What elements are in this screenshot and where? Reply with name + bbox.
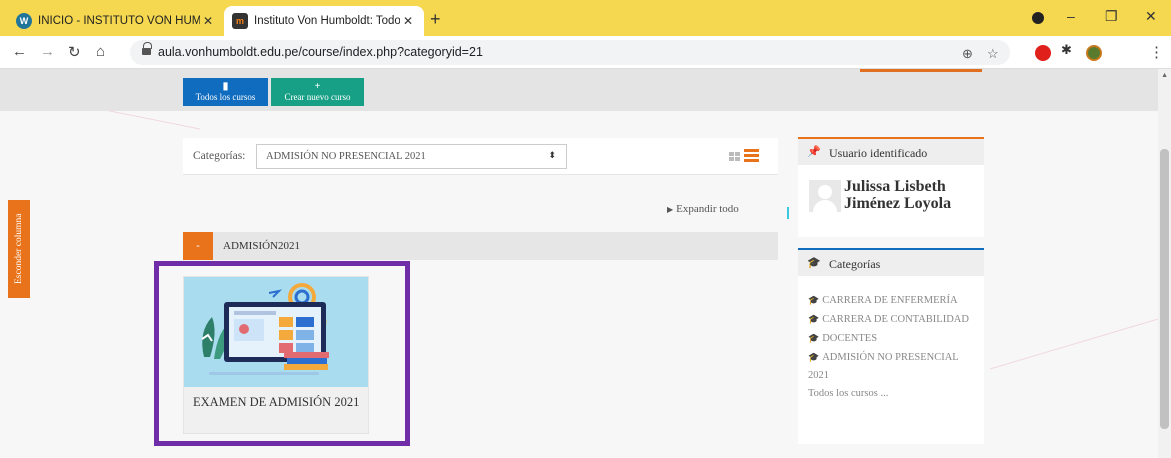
reload-icon[interactable]: ↻ [68,43,81,61]
new-course-button[interactable]: + Crear nuevo curso [271,78,364,106]
forward-icon[interactable]: → [40,43,55,60]
user-avatar[interactable] [809,180,841,212]
section-toggle-button[interactable]: - [183,232,213,260]
grid-view-icon[interactable] [729,152,741,162]
categories-block: 🎓 Categorías 🎓 CARRERA DE ENFERMERÍA 🎓 CAR… [798,248,984,444]
graduation-cap-icon: 🎓 [808,333,820,343]
category-link-admision[interactable]: 🎓 ADMISIÓN NO PRESENCIAL 2021 [808,348,978,385]
opera-extension-icon[interactable] [1035,45,1051,61]
tab-title: Instituto Von Humboldt: Todos lo [254,15,400,27]
block-header: 🎓 Categorías [798,248,984,276]
tab-inicio[interactable]: W INICIO - INSTITUTO VON HUMBO ✕ [8,6,224,36]
expand-all-link[interactable]: ▶ Expandir todo [667,203,739,215]
minimize-button[interactable]: – [1067,8,1075,24]
new-course-label: Crear nuevo curso [284,92,351,102]
restore-button[interactable]: ❐ [1105,8,1118,25]
all-courses-link[interactable]: Todos los cursos ... [808,385,978,403]
close-tab-icon[interactable]: ✕ [200,14,216,28]
category-selected-value: ADMISIÓN NO PRESENCIAL 2021 [266,151,426,162]
category-select[interactable]: ADMISIÓN NO PRESENCIAL 2021 ⬍ [256,144,567,169]
category-link-contabilidad[interactable]: 🎓 CARRERA DE CONTABILIDAD [808,310,978,329]
hide-column-tab[interactable]: Esconder columna [8,200,30,298]
graduation-cap-icon: 🎓 [808,352,820,362]
expand-all-label: Expandir todo [676,203,739,215]
page-header-strip [0,69,1158,111]
cursor-mark [786,207,789,219]
category-link-label: DOCENTES [822,333,878,344]
logged-user-block: 📌 Usuario identificado Julissa Lisbeth J… [798,137,984,237]
browser-tab-bar: W INICIO - INSTITUTO VON HUMBO ✕ m Insti… [0,0,1171,36]
zoom-icon[interactable]: ⊕ [962,46,973,62]
user-name-link[interactable]: Julissa Lisbeth Jiménez Loyola [844,178,982,212]
lock-icon [142,42,152,56]
category-link-label: ADMISIÓN NO PRESENCIAL 2021 [808,352,959,381]
triangle-right-icon: ▶ [667,205,674,214]
profile-avatar-icon[interactable] [1086,45,1102,61]
moodle-icon: m [232,13,248,29]
book-icon: ▮ [222,81,229,92]
profile-icon[interactable] [1032,12,1044,24]
close-tab-icon[interactable]: ✕ [400,14,416,28]
course-name-link[interactable]: EXAMEN DE ADMISIÓN 2021 [193,395,363,410]
category-link-label: CARRERA DE ENFERMERÍA [822,295,958,306]
block-title: Categorías [829,257,881,271]
section-header: - ADMISIÓN2021 [183,232,778,260]
scrollbar-thumb[interactable] [1160,149,1169,429]
graduation-cap-icon: 🎓 [808,295,820,305]
pin-icon: 📌 [807,146,821,158]
graduation-cap-icon: 🎓 [808,314,820,324]
page-scrollbar[interactable]: ▲ [1158,69,1171,458]
extensions-puzzle-icon[interactable]: ✱ [1061,42,1077,58]
plus-icon: + [314,81,321,92]
section-title: ADMISIÓN2021 [223,240,300,252]
list-view-icon[interactable] [744,149,759,162]
new-tab-button[interactable]: + [430,9,441,30]
header-accent [860,69,982,72]
wordpress-icon: W [16,13,32,29]
address-bar-row: ← → ↻ ⌂ aula.vonhumboldt.edu.pe/course/i… [0,36,1171,69]
category-list: 🎓 CARRERA DE ENFERMERÍA 🎓 CARRERA DE CONTA… [808,291,978,403]
url-input[interactable]: aula.vonhumboldt.edu.pe/course/index.php… [130,40,1010,65]
graduation-cap-icon: 🎓 [807,257,821,269]
tab-instituto[interactable]: m Instituto Von Humboldt: Todos lo ✕ [224,6,424,36]
category-label: Categorías: [193,150,246,162]
menu-kebab-icon[interactable]: ⋮ [1149,43,1164,61]
category-link-label: CARRERA DE CONTABILIDAD [822,314,969,325]
all-courses-button[interactable]: ▮ Todos los cursos [183,78,268,106]
close-window-button[interactable]: ✕ [1145,8,1157,25]
block-title: Usuario identificado [829,146,928,160]
course-image[interactable] [184,277,368,387]
scroll-up-arrow-icon[interactable]: ▲ [1161,72,1168,79]
course-card[interactable]: EXAMEN DE ADMISIÓN 2021 [183,276,369,434]
all-courses-label: Todos los cursos [195,92,256,102]
category-link-docentes[interactable]: 🎓 DOCENTES [808,329,978,348]
bookmark-star-icon[interactable]: ☆ [987,46,999,62]
back-icon[interactable]: ← [12,43,27,60]
url-text: aula.vonhumboldt.edu.pe/course/index.php… [158,45,483,59]
block-header: 📌 Usuario identificado [798,137,984,165]
category-bar: Categorías: ADMISIÓN NO PRESENCIAL 2021 … [183,138,778,175]
tab-title: INICIO - INSTITUTO VON HUMBO [38,15,200,27]
select-arrows-icon: ⬍ [548,150,556,160]
course-illustration [201,283,329,375]
category-link-enfermeria[interactable]: 🎓 CARRERA DE ENFERMERÍA [808,291,978,310]
home-icon[interactable]: ⌂ [96,43,105,60]
page-content: ▮ Todos los cursos + Crear nuevo curso E… [0,69,1171,458]
